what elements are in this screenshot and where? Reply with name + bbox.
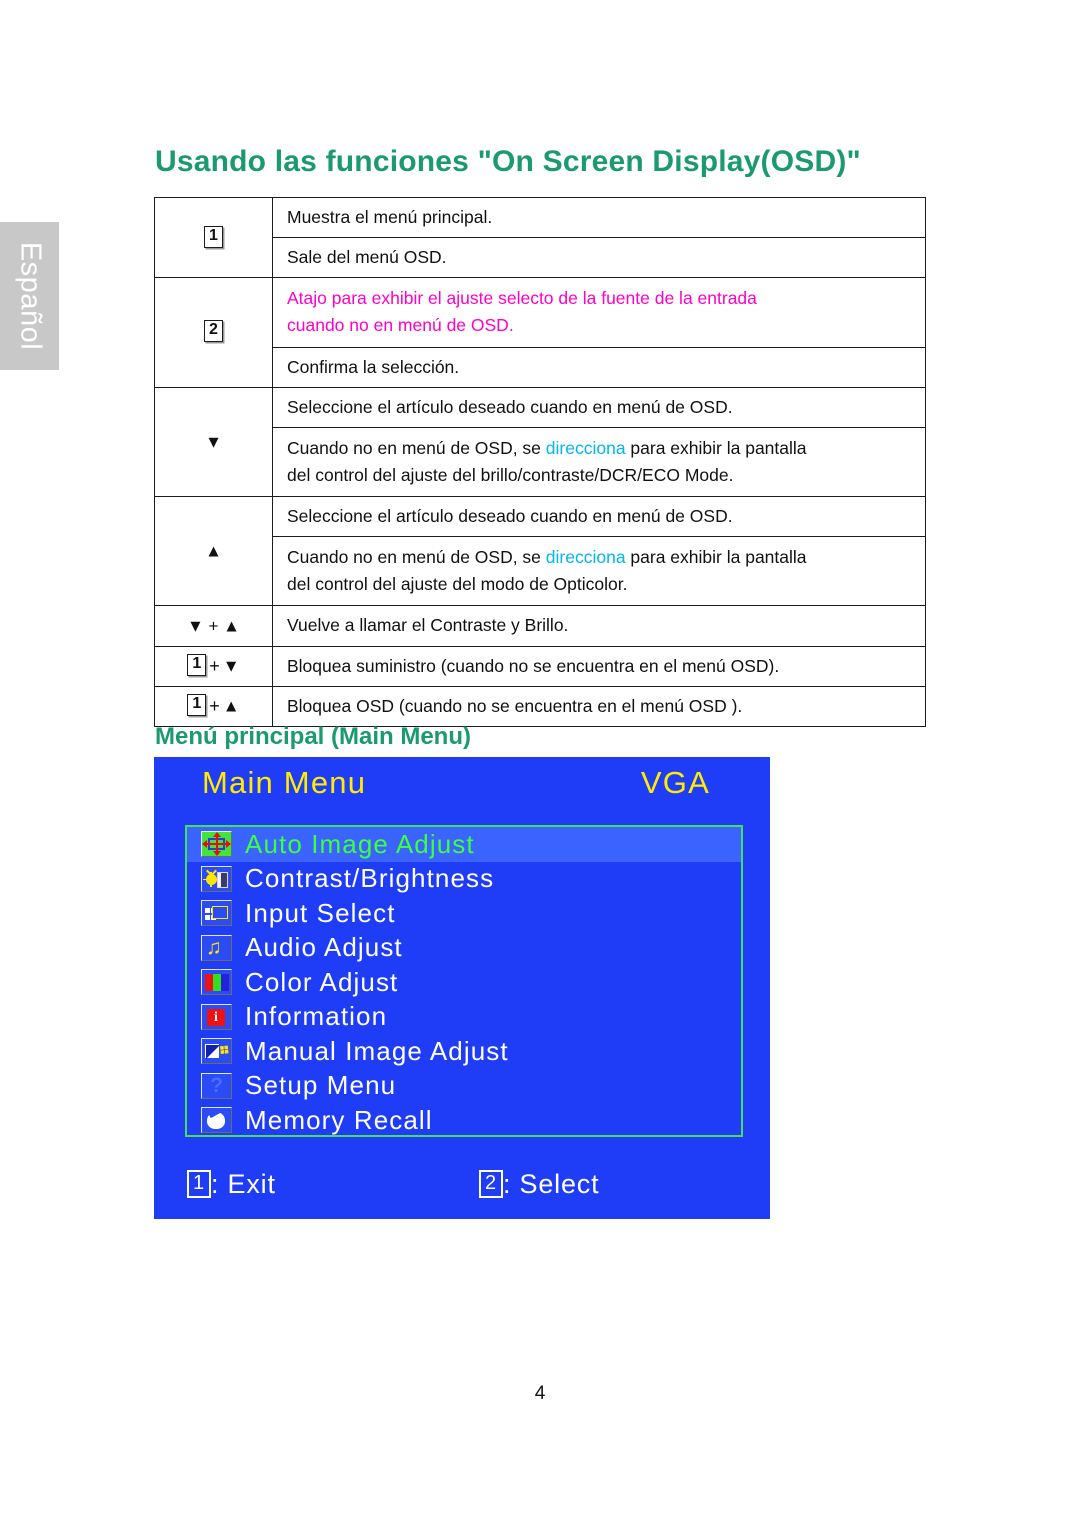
- key-cell-arrow-down: ▼: [154, 386, 273, 498]
- button-1-icon: 1: [187, 694, 207, 717]
- language-tab: Español: [0, 222, 59, 370]
- osd-menu-box: Auto Image Adjust Contrast/Brightness In…: [185, 825, 743, 1137]
- osd-input-source: VGA: [640, 765, 710, 800]
- audio-adjust-icon: ♫: [201, 934, 232, 961]
- osd-footer-select-label: : Select: [502, 1169, 600, 1199]
- osd-item-label: Audio Adjust: [245, 932, 403, 963]
- key-cell-arrow-down-plus-up: ▼ + ▲: [154, 605, 273, 647]
- button-1-icon: 1: [187, 1169, 211, 1199]
- desc-line: del control del ajuste del modo de Optic…: [287, 574, 628, 595]
- desc-cell: Bloquea OSD (cuando no se encuentra en e…: [272, 685, 926, 727]
- osd-main-menu-panel: Main Menu VGA Auto Image Adjust Contrast…: [154, 757, 770, 1219]
- button-1-icon: 1: [204, 225, 223, 248]
- arrow-down-icon: ▼: [222, 656, 240, 676]
- table-row: 1 Muestra el menú principal.: [154, 196, 926, 279]
- key-cell-arrow-up: ▲: [154, 495, 273, 607]
- osd-item-label: Information: [245, 1001, 388, 1032]
- desc-pre: Cuando no en menú de OSD, se: [287, 547, 546, 568]
- osd-footer-exit-label: : Exit: [210, 1169, 276, 1199]
- osd-title: Main Menu: [202, 765, 367, 800]
- osd-item-label: Auto Image Adjust: [245, 828, 475, 859]
- osd-item-label: Setup Menu: [245, 1070, 397, 1101]
- osd-item-setup-menu[interactable]: ? Setup Menu: [187, 1069, 741, 1104]
- osd-key-function-table: 1 Muestra el menú principal. Sale del me…: [154, 196, 926, 727]
- button-2-icon: 2: [479, 1169, 503, 1199]
- table-row: 1 + ▲ Bloquea OSD (cuando no se encuentra …: [154, 685, 926, 727]
- key-cell-button-2: 2: [154, 277, 273, 388]
- osd-item-color-adjust[interactable]: Color Adjust: [187, 965, 741, 1000]
- contrast-brightness-icon: [201, 865, 232, 892]
- desc-cell: Muestra el menú principal.: [272, 196, 926, 239]
- osd-item-memory-recall[interactable]: Memory Recall: [187, 1103, 741, 1138]
- desc-cell: Confirma la selección.: [272, 346, 926, 388]
- language-tab-label: Español: [14, 241, 46, 351]
- osd-footer: 1: Exit 2: Select: [154, 1169, 770, 1203]
- arrow-up-icon: ▲: [205, 541, 222, 561]
- osd-item-contrast-brightness[interactable]: Contrast/Brightness: [187, 862, 741, 897]
- key-cell-button-1: 1: [154, 196, 273, 279]
- osd-item-manual-image-adjust[interactable]: ❖ Manual Image Adjust: [187, 1034, 741, 1069]
- desc-cell: Sale del menú OSD.: [272, 237, 926, 279]
- section-title-main-menu: Menú principal (Main Menu): [155, 722, 471, 750]
- desc-cell: Cuando no en menú de OSD, se direcciona …: [272, 426, 926, 498]
- osd-footer-select: 2: Select: [479, 1169, 599, 1200]
- desc-line: Cuando no en menú de OSD, se direcciona …: [287, 544, 925, 571]
- arrow-down-icon: ▼: [205, 432, 222, 452]
- desc-post: para exhibir la pantalla: [625, 547, 807, 568]
- color-adjust-icon: [201, 969, 232, 996]
- setup-menu-icon: ?: [201, 1072, 232, 1099]
- osd-item-auto-image-adjust[interactable]: Auto Image Adjust: [187, 827, 741, 862]
- table-row: ▲ Seleccione el artículo deseado cuando …: [154, 495, 926, 607]
- osd-menu-list: Auto Image Adjust Contrast/Brightness In…: [187, 827, 741, 1138]
- desc-line: Cuando no en menú de OSD, se direcciona …: [287, 435, 925, 462]
- arrow-up-icon: ▲: [222, 696, 240, 716]
- key-cell-button1-plus-up: 1 + ▲: [154, 685, 273, 727]
- table-row: ▼ + ▲ Vuelve a llamar el Contraste y Bri…: [154, 605, 926, 647]
- desc-line: del control del ajuste del brillo/contra…: [287, 464, 734, 485]
- memory-recall-icon: [201, 1107, 232, 1134]
- osd-item-information[interactable]: i Information: [187, 1000, 741, 1035]
- auto-image-adjust-icon: [201, 831, 232, 858]
- osd-item-input-select[interactable]: Input Select: [187, 896, 741, 931]
- manual-image-adjust-icon: ❖: [201, 1038, 232, 1065]
- desc-cell: Seleccione el artículo deseado cuando en…: [272, 386, 926, 428]
- desc-highlight: direcciona: [545, 547, 626, 568]
- osd-item-label: Color Adjust: [245, 966, 399, 997]
- arrow-combo-icon: ▼ + ▲: [186, 616, 241, 636]
- desc-cell: Bloquea suministro (cuando no se encuent…: [272, 645, 926, 687]
- desc-cell: Atajo para exhibir el ajuste selecto de …: [272, 277, 926, 348]
- osd-item-audio-adjust[interactable]: ♫ Audio Adjust: [187, 931, 741, 966]
- osd-footer-exit: 1: Exit: [187, 1169, 276, 1200]
- plus-sign: +: [209, 695, 220, 716]
- button-1-icon: 1: [187, 654, 207, 676]
- key-cell-button1-plus-down: 1 + ▼: [154, 645, 273, 687]
- desc-post: para exhibir la pantalla: [625, 437, 807, 458]
- page-number: 4: [534, 1383, 546, 1404]
- input-select-icon: [201, 900, 232, 927]
- desc-line: Atajo para exhibir el ajuste selecto de …: [287, 288, 757, 309]
- osd-item-label: Contrast/Brightness: [245, 863, 495, 894]
- osd-header: Main Menu VGA: [154, 765, 770, 811]
- table-row: ▼ Seleccione el artículo deseado cuando …: [154, 386, 926, 498]
- desc-pre: Cuando no en menú de OSD, se: [287, 437, 546, 458]
- desc-highlight: direcciona: [545, 437, 626, 458]
- table-body: 1 Muestra el menú principal. Sale del me…: [154, 196, 926, 727]
- table-row: 1 + ▼ Bloquea suministro (cuando no se enc…: [154, 645, 926, 687]
- desc-cell: Seleccione el artículo deseado cuando en…: [272, 495, 926, 538]
- page-title: Usando las funciones "On Screen Display(…: [155, 145, 861, 179]
- table-row: 2 Atajo para exhibir el ajuste selecto d…: [154, 277, 926, 388]
- osd-item-label: Manual Image Adjust: [245, 1035, 509, 1066]
- osd-item-label: Memory Recall: [245, 1104, 433, 1135]
- desc-cell: Vuelve a llamar el Contraste y Brillo.: [272, 605, 926, 647]
- information-icon: i: [201, 1003, 232, 1030]
- button-2-icon: 2: [204, 320, 223, 343]
- desc-cell: Cuando no en menú de OSD, se direcciona …: [272, 536, 926, 607]
- desc-line: cuando no en menú de OSD.: [287, 315, 514, 336]
- plus-sign: +: [209, 655, 220, 676]
- osd-item-label: Input Select: [245, 897, 396, 928]
